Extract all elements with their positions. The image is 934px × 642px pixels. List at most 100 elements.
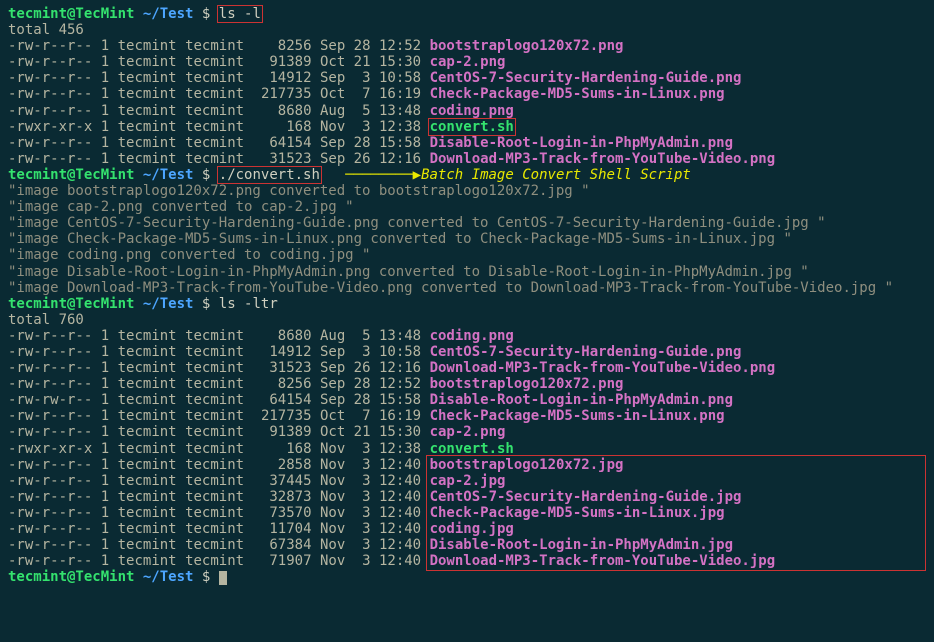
file-name: Download-MP3-Track-from-YouTube-Video.pn… (430, 151, 776, 167)
prompt-sep: $ (202, 569, 210, 585)
file-date: Sep 28 12:52 (320, 38, 421, 54)
script-output-line: "image Disable-Root-Login-in-PhpMyAdmin.… (8, 264, 926, 280)
file-date: Nov 3 12:38 (320, 441, 421, 457)
file-group: tecmint (185, 86, 244, 102)
file-size: 64154 (253, 392, 312, 408)
file-date: Oct 7 16:19 (320, 86, 421, 102)
file-size: 8680 (253, 103, 312, 119)
file-date: Oct 21 15:30 (320, 54, 421, 70)
file-group: tecmint (185, 54, 244, 70)
prompt-sep: $ (202, 167, 210, 183)
file-size: 32873 (253, 489, 312, 505)
file-user: tecmint (118, 119, 177, 135)
file-group: tecmint (185, 151, 244, 167)
ls1-row: -rw-r--r-- 1 tecmint tecmint 217735 Oct … (8, 86, 926, 102)
file-name: CentOS-7-Security-Hardening-Guide.png (430, 70, 742, 86)
cmd-ls-l[interactable]: ls -l (219, 6, 261, 22)
file-user: tecmint (118, 70, 177, 86)
file-links: 1 (101, 38, 109, 54)
total-1: total 456 (8, 22, 926, 38)
file-name: CentOS-7-Security-Hardening-Guide.jpg (430, 489, 742, 505)
file-name: cap-2.png (430, 54, 506, 70)
ls2-row: -rw-r--r-- 1 tecmint tecmint 11704 Nov 3… (8, 521, 926, 537)
file-size: 73570 (253, 505, 312, 521)
file-name: coding.png (430, 103, 514, 119)
file-perm: -rw-r--r-- (8, 553, 92, 569)
file-date: Nov 3 12:40 (320, 505, 421, 521)
file-group: tecmint (185, 135, 244, 151)
file-name: cap-2.png (430, 424, 506, 440)
file-date: Nov 3 12:38 (320, 119, 421, 135)
file-links: 1 (101, 505, 109, 521)
file-links: 1 (101, 392, 109, 408)
file-perm: -rw-r--r-- (8, 135, 92, 151)
file-perm: -rw-r--r-- (8, 408, 92, 424)
file-perm: -rw-r--r-- (8, 457, 92, 473)
file-group: tecmint (185, 424, 244, 440)
file-perm: -rw-r--r-- (8, 360, 92, 376)
file-group: tecmint (185, 70, 244, 86)
file-links: 1 (101, 54, 109, 70)
ls2-row: -rw-r--r-- 1 tecmint tecmint 32873 Nov 3… (8, 489, 926, 505)
file-links: 1 (101, 135, 109, 151)
file-group: tecmint (185, 553, 244, 569)
file-user: tecmint (118, 408, 177, 424)
file-size: 64154 (253, 135, 312, 151)
file-links: 1 (101, 119, 109, 135)
file-name: Check-Package-MD5-Sums-in-Linux.jpg (430, 505, 725, 521)
ls1-row: -rw-r--r-- 1 tecmint tecmint 64154 Sep 2… (8, 135, 926, 151)
file-perm: -rw-r--r-- (8, 376, 92, 392)
cmd-run-script[interactable]: ./convert.sh (219, 167, 320, 183)
ls1-row: -rw-r--r-- 1 tecmint tecmint 14912 Sep 3… (8, 70, 926, 86)
cmd-ls-ltr[interactable]: ls -ltr (219, 296, 278, 312)
file-size: 168 (253, 119, 312, 135)
cursor-icon[interactable] (219, 571, 227, 585)
file-perm: -rw-r--r-- (8, 328, 92, 344)
file-name: Download-MP3-Track-from-YouTube-Video.pn… (430, 360, 776, 376)
file-user: tecmint (118, 151, 177, 167)
file-size: 8256 (253, 38, 312, 54)
ls2-row: -rw-r--r-- 1 tecmint tecmint 8680 Aug 5 … (8, 328, 926, 344)
file-user: tecmint (118, 86, 177, 102)
total-2: total 760 (8, 312, 926, 328)
file-links: 1 (101, 103, 109, 119)
file-perm: -rwxr-xr-x (8, 119, 92, 135)
file-user: tecmint (118, 441, 177, 457)
ls1-row: -rw-r--r-- 1 tecmint tecmint 31523 Sep 2… (8, 151, 926, 167)
file-name: Disable-Root-Login-in-PhpMyAdmin.jpg (430, 537, 733, 553)
prompt-line-3: tecmint@TecMint ~/Test $ ls -ltr (8, 296, 926, 312)
file-date: Nov 3 12:40 (320, 553, 421, 569)
file-perm: -rw-r--r-- (8, 489, 92, 505)
file-links: 1 (101, 376, 109, 392)
file-links: 1 (101, 537, 109, 553)
file-date: Sep 3 10:58 (320, 344, 421, 360)
file-date: Sep 28 12:52 (320, 376, 421, 392)
file-size: 67384 (253, 537, 312, 553)
file-group: tecmint (185, 392, 244, 408)
file-name: convert.sh (430, 441, 514, 457)
file-user: tecmint (118, 38, 177, 54)
terminal[interactable]: tecmint@TecMint ~/Test $ ls -ltotal 456-… (0, 0, 934, 591)
ls2-row: -rwxr-xr-x 1 tecmint tecmint 168 Nov 3 1… (8, 441, 926, 457)
ls1-row: -rw-r--r-- 1 tecmint tecmint 91389 Oct 2… (8, 54, 926, 70)
file-perm: -rwxr-xr-x (8, 441, 92, 457)
ls1-row: -rw-r--r-- 1 tecmint tecmint 8680 Aug 5 … (8, 103, 926, 119)
file-links: 1 (101, 489, 109, 505)
file-links: 1 (101, 86, 109, 102)
prompt-sep: $ (202, 6, 210, 22)
file-size: 2858 (253, 457, 312, 473)
file-user: tecmint (118, 344, 177, 360)
prompt-line-1: tecmint@TecMint ~/Test $ ls -l (8, 6, 926, 22)
file-perm: -rw-r--r-- (8, 38, 92, 54)
file-group: tecmint (185, 505, 244, 521)
ls1-row: -rw-r--r-- 1 tecmint tecmint 8256 Sep 28… (8, 38, 926, 54)
file-perm: -rw-r--r-- (8, 344, 92, 360)
prompt-cwd: ~/Test (143, 569, 194, 585)
file-user: tecmint (118, 489, 177, 505)
file-name: coding.png (430, 328, 514, 344)
file-size: 71907 (253, 553, 312, 569)
file-date: Nov 3 12:40 (320, 521, 421, 537)
prompt-cwd: ~/Test (143, 167, 194, 183)
file-group: tecmint (185, 473, 244, 489)
ls2-row: -rw-r--r-- 1 tecmint tecmint 71907 Nov 3… (8, 553, 926, 569)
